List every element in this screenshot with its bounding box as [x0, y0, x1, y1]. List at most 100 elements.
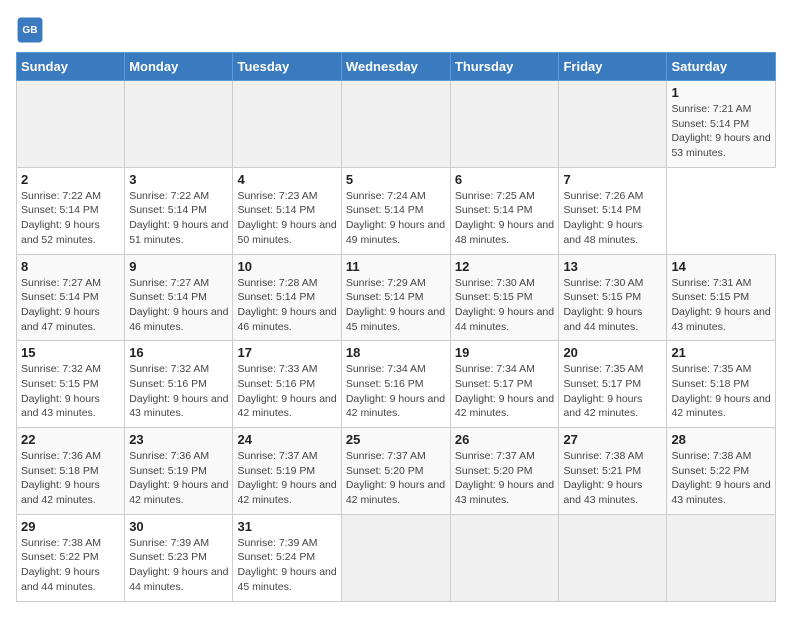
day-info: Sunrise: 7:31 AMSunset: 5:15 PMDaylight:… [671, 276, 771, 335]
calendar-week-row: 15 Sunrise: 7:32 AMSunset: 5:15 PMDaylig… [17, 341, 776, 428]
day-info: Sunrise: 7:36 AMSunset: 5:18 PMDaylight:… [21, 449, 120, 508]
day-number: 17 [237, 345, 336, 360]
calendar-day: 26 Sunrise: 7:37 AMSunset: 5:20 PMDaylig… [450, 428, 559, 515]
day-info: Sunrise: 7:36 AMSunset: 5:19 PMDaylight:… [129, 449, 228, 508]
svg-text:GB: GB [22, 25, 37, 36]
calendar-week-row: 2 Sunrise: 7:22 AMSunset: 5:14 PMDayligh… [17, 167, 776, 254]
day-info: Sunrise: 7:37 AMSunset: 5:19 PMDaylight:… [237, 449, 336, 508]
day-of-week-header: Monday [125, 53, 233, 81]
day-of-week-header: Sunday [17, 53, 125, 81]
calendar-day: 14 Sunrise: 7:31 AMSunset: 5:15 PMDaylig… [667, 254, 776, 341]
day-number: 5 [346, 172, 446, 187]
day-number: 29 [21, 519, 120, 534]
day-info: Sunrise: 7:22 AMSunset: 5:14 PMDaylight:… [129, 189, 228, 248]
day-info: Sunrise: 7:37 AMSunset: 5:20 PMDaylight:… [346, 449, 446, 508]
day-info: Sunrise: 7:21 AMSunset: 5:14 PMDaylight:… [671, 102, 771, 161]
day-info: Sunrise: 7:25 AMSunset: 5:14 PMDaylight:… [455, 189, 555, 248]
calendar-day: 9 Sunrise: 7:27 AMSunset: 5:14 PMDayligh… [125, 254, 233, 341]
empty-cell [341, 514, 450, 601]
day-number: 3 [129, 172, 228, 187]
day-info: Sunrise: 7:35 AMSunset: 5:18 PMDaylight:… [671, 362, 771, 421]
day-number: 4 [237, 172, 336, 187]
calendar-day: 6 Sunrise: 7:25 AMSunset: 5:14 PMDayligh… [450, 167, 559, 254]
day-info: Sunrise: 7:29 AMSunset: 5:14 PMDaylight:… [346, 276, 446, 335]
calendar-day: 12 Sunrise: 7:30 AMSunset: 5:15 PMDaylig… [450, 254, 559, 341]
day-of-week-header: Wednesday [341, 53, 450, 81]
day-info: Sunrise: 7:37 AMSunset: 5:20 PMDaylight:… [455, 449, 555, 508]
day-info: Sunrise: 7:22 AMSunset: 5:14 PMDaylight:… [21, 189, 120, 248]
calendar-day: 15 Sunrise: 7:32 AMSunset: 5:15 PMDaylig… [17, 341, 125, 428]
empty-cell [450, 81, 559, 168]
day-info: Sunrise: 7:39 AMSunset: 5:23 PMDaylight:… [129, 536, 228, 595]
day-number: 28 [671, 432, 771, 447]
day-number: 19 [455, 345, 555, 360]
calendar-day: 21 Sunrise: 7:35 AMSunset: 5:18 PMDaylig… [667, 341, 776, 428]
day-info: Sunrise: 7:38 AMSunset: 5:22 PMDaylight:… [671, 449, 771, 508]
calendar-day: 3 Sunrise: 7:22 AMSunset: 5:14 PMDayligh… [125, 167, 233, 254]
calendar-day: 24 Sunrise: 7:37 AMSunset: 5:19 PMDaylig… [233, 428, 341, 515]
logo: GB [16, 16, 48, 44]
day-number: 22 [21, 432, 120, 447]
calendar-day: 27 Sunrise: 7:38 AMSunset: 5:21 PMDaylig… [559, 428, 667, 515]
empty-cell [17, 81, 125, 168]
calendar-day: 29 Sunrise: 7:38 AMSunset: 5:22 PMDaylig… [17, 514, 125, 601]
day-number: 12 [455, 259, 555, 274]
calendar-day: 8 Sunrise: 7:27 AMSunset: 5:14 PMDayligh… [17, 254, 125, 341]
calendar-day: 19 Sunrise: 7:34 AMSunset: 5:17 PMDaylig… [450, 341, 559, 428]
day-number: 2 [21, 172, 120, 187]
day-info: Sunrise: 7:32 AMSunset: 5:16 PMDaylight:… [129, 362, 228, 421]
calendar-day: 5 Sunrise: 7:24 AMSunset: 5:14 PMDayligh… [341, 167, 450, 254]
day-info: Sunrise: 7:34 AMSunset: 5:17 PMDaylight:… [455, 362, 555, 421]
day-info: Sunrise: 7:23 AMSunset: 5:14 PMDaylight:… [237, 189, 336, 248]
empty-cell [667, 514, 776, 601]
calendar-day: 22 Sunrise: 7:36 AMSunset: 5:18 PMDaylig… [17, 428, 125, 515]
day-of-week-header: Thursday [450, 53, 559, 81]
day-info: Sunrise: 7:38 AMSunset: 5:22 PMDaylight:… [21, 536, 120, 595]
day-info: Sunrise: 7:33 AMSunset: 5:16 PMDaylight:… [237, 362, 336, 421]
day-of-week-header: Tuesday [233, 53, 341, 81]
day-number: 6 [455, 172, 555, 187]
calendar-day: 1 Sunrise: 7:21 AMSunset: 5:14 PMDayligh… [667, 81, 776, 168]
calendar-week-row: 1 Sunrise: 7:21 AMSunset: 5:14 PMDayligh… [17, 81, 776, 168]
calendar-table: SundayMondayTuesdayWednesdayThursdayFrid… [16, 52, 776, 602]
calendar-day: 4 Sunrise: 7:23 AMSunset: 5:14 PMDayligh… [233, 167, 341, 254]
day-number: 13 [563, 259, 662, 274]
day-number: 11 [346, 259, 446, 274]
day-info: Sunrise: 7:39 AMSunset: 5:24 PMDaylight:… [237, 536, 336, 595]
day-number: 24 [237, 432, 336, 447]
empty-cell [559, 514, 667, 601]
calendar-day: 28 Sunrise: 7:38 AMSunset: 5:22 PMDaylig… [667, 428, 776, 515]
calendar-day: 16 Sunrise: 7:32 AMSunset: 5:16 PMDaylig… [125, 341, 233, 428]
day-number: 31 [237, 519, 336, 534]
calendar-body: 1 Sunrise: 7:21 AMSunset: 5:14 PMDayligh… [17, 81, 776, 602]
calendar-day: 11 Sunrise: 7:29 AMSunset: 5:14 PMDaylig… [341, 254, 450, 341]
day-of-week-header: Saturday [667, 53, 776, 81]
calendar-day: 31 Sunrise: 7:39 AMSunset: 5:24 PMDaylig… [233, 514, 341, 601]
calendar-week-row: 22 Sunrise: 7:36 AMSunset: 5:18 PMDaylig… [17, 428, 776, 515]
calendar-day: 23 Sunrise: 7:36 AMSunset: 5:19 PMDaylig… [125, 428, 233, 515]
day-number: 10 [237, 259, 336, 274]
days-of-week-row: SundayMondayTuesdayWednesdayThursdayFrid… [17, 53, 776, 81]
day-info: Sunrise: 7:30 AMSunset: 5:15 PMDaylight:… [455, 276, 555, 335]
day-number: 9 [129, 259, 228, 274]
day-info: Sunrise: 7:30 AMSunset: 5:15 PMDaylight:… [563, 276, 662, 335]
day-of-week-header: Friday [559, 53, 667, 81]
calendar-day: 17 Sunrise: 7:33 AMSunset: 5:16 PMDaylig… [233, 341, 341, 428]
day-number: 15 [21, 345, 120, 360]
day-info: Sunrise: 7:27 AMSunset: 5:14 PMDaylight:… [21, 276, 120, 335]
day-number: 21 [671, 345, 771, 360]
empty-cell [233, 81, 341, 168]
day-number: 16 [129, 345, 228, 360]
calendar-day: 7 Sunrise: 7:26 AMSunset: 5:14 PMDayligh… [559, 167, 667, 254]
day-number: 20 [563, 345, 662, 360]
day-info: Sunrise: 7:28 AMSunset: 5:14 PMDaylight:… [237, 276, 336, 335]
day-number: 7 [563, 172, 662, 187]
day-number: 8 [21, 259, 120, 274]
day-info: Sunrise: 7:26 AMSunset: 5:14 PMDaylight:… [563, 189, 662, 248]
calendar-day: 20 Sunrise: 7:35 AMSunset: 5:17 PMDaylig… [559, 341, 667, 428]
calendar-day: 2 Sunrise: 7:22 AMSunset: 5:14 PMDayligh… [17, 167, 125, 254]
day-info: Sunrise: 7:27 AMSunset: 5:14 PMDaylight:… [129, 276, 228, 335]
day-number: 27 [563, 432, 662, 447]
empty-cell [125, 81, 233, 168]
calendar-day: 18 Sunrise: 7:34 AMSunset: 5:16 PMDaylig… [341, 341, 450, 428]
